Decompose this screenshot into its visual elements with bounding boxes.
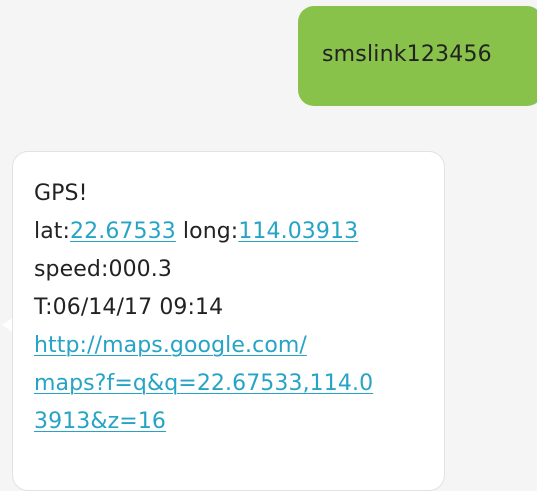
outgoing-message-text: smslink123456 (322, 42, 492, 67)
long-label: long: (175, 219, 239, 244)
gps-header-line: GPS! (34, 181, 88, 206)
maps-url-line-3: 3913&z=16 (34, 403, 373, 441)
longitude-link[interactable]: 114.03913 (238, 219, 358, 244)
maps-url-link-part-3[interactable]: 3913&z=16 (34, 409, 166, 434)
incoming-message-bubble[interactable]: GPS! lat:22.67533 long:114.03913 speed:0… (12, 151, 445, 491)
outgoing-message-bubble[interactable]: smslink123456 (298, 6, 537, 106)
maps-url-line-2: maps?f=q&q=22.67533,114.0 (34, 365, 373, 403)
maps-url-link-part-1[interactable]: http://maps.google.com/ (34, 333, 307, 358)
maps-url-link-part-2[interactable]: maps?f=q&q=22.67533,114.0 (34, 371, 373, 396)
timestamp-line: T:06/14/17 09:14 (34, 295, 224, 320)
lat-label: lat: (34, 219, 71, 244)
incoming-message-body: GPS! lat:22.67533 long:114.03913 speed:0… (34, 175, 373, 441)
maps-url-line-1: http://maps.google.com/ (34, 327, 373, 365)
speed-line: speed:000.3 (34, 257, 172, 282)
sms-conversation: smslink123456 GPS! lat:22.67533 long:114… (0, 0, 537, 491)
coordinates-line: lat:22.67533 long:114.03913 (34, 213, 373, 251)
latitude-link[interactable]: 22.67533 (70, 219, 176, 244)
